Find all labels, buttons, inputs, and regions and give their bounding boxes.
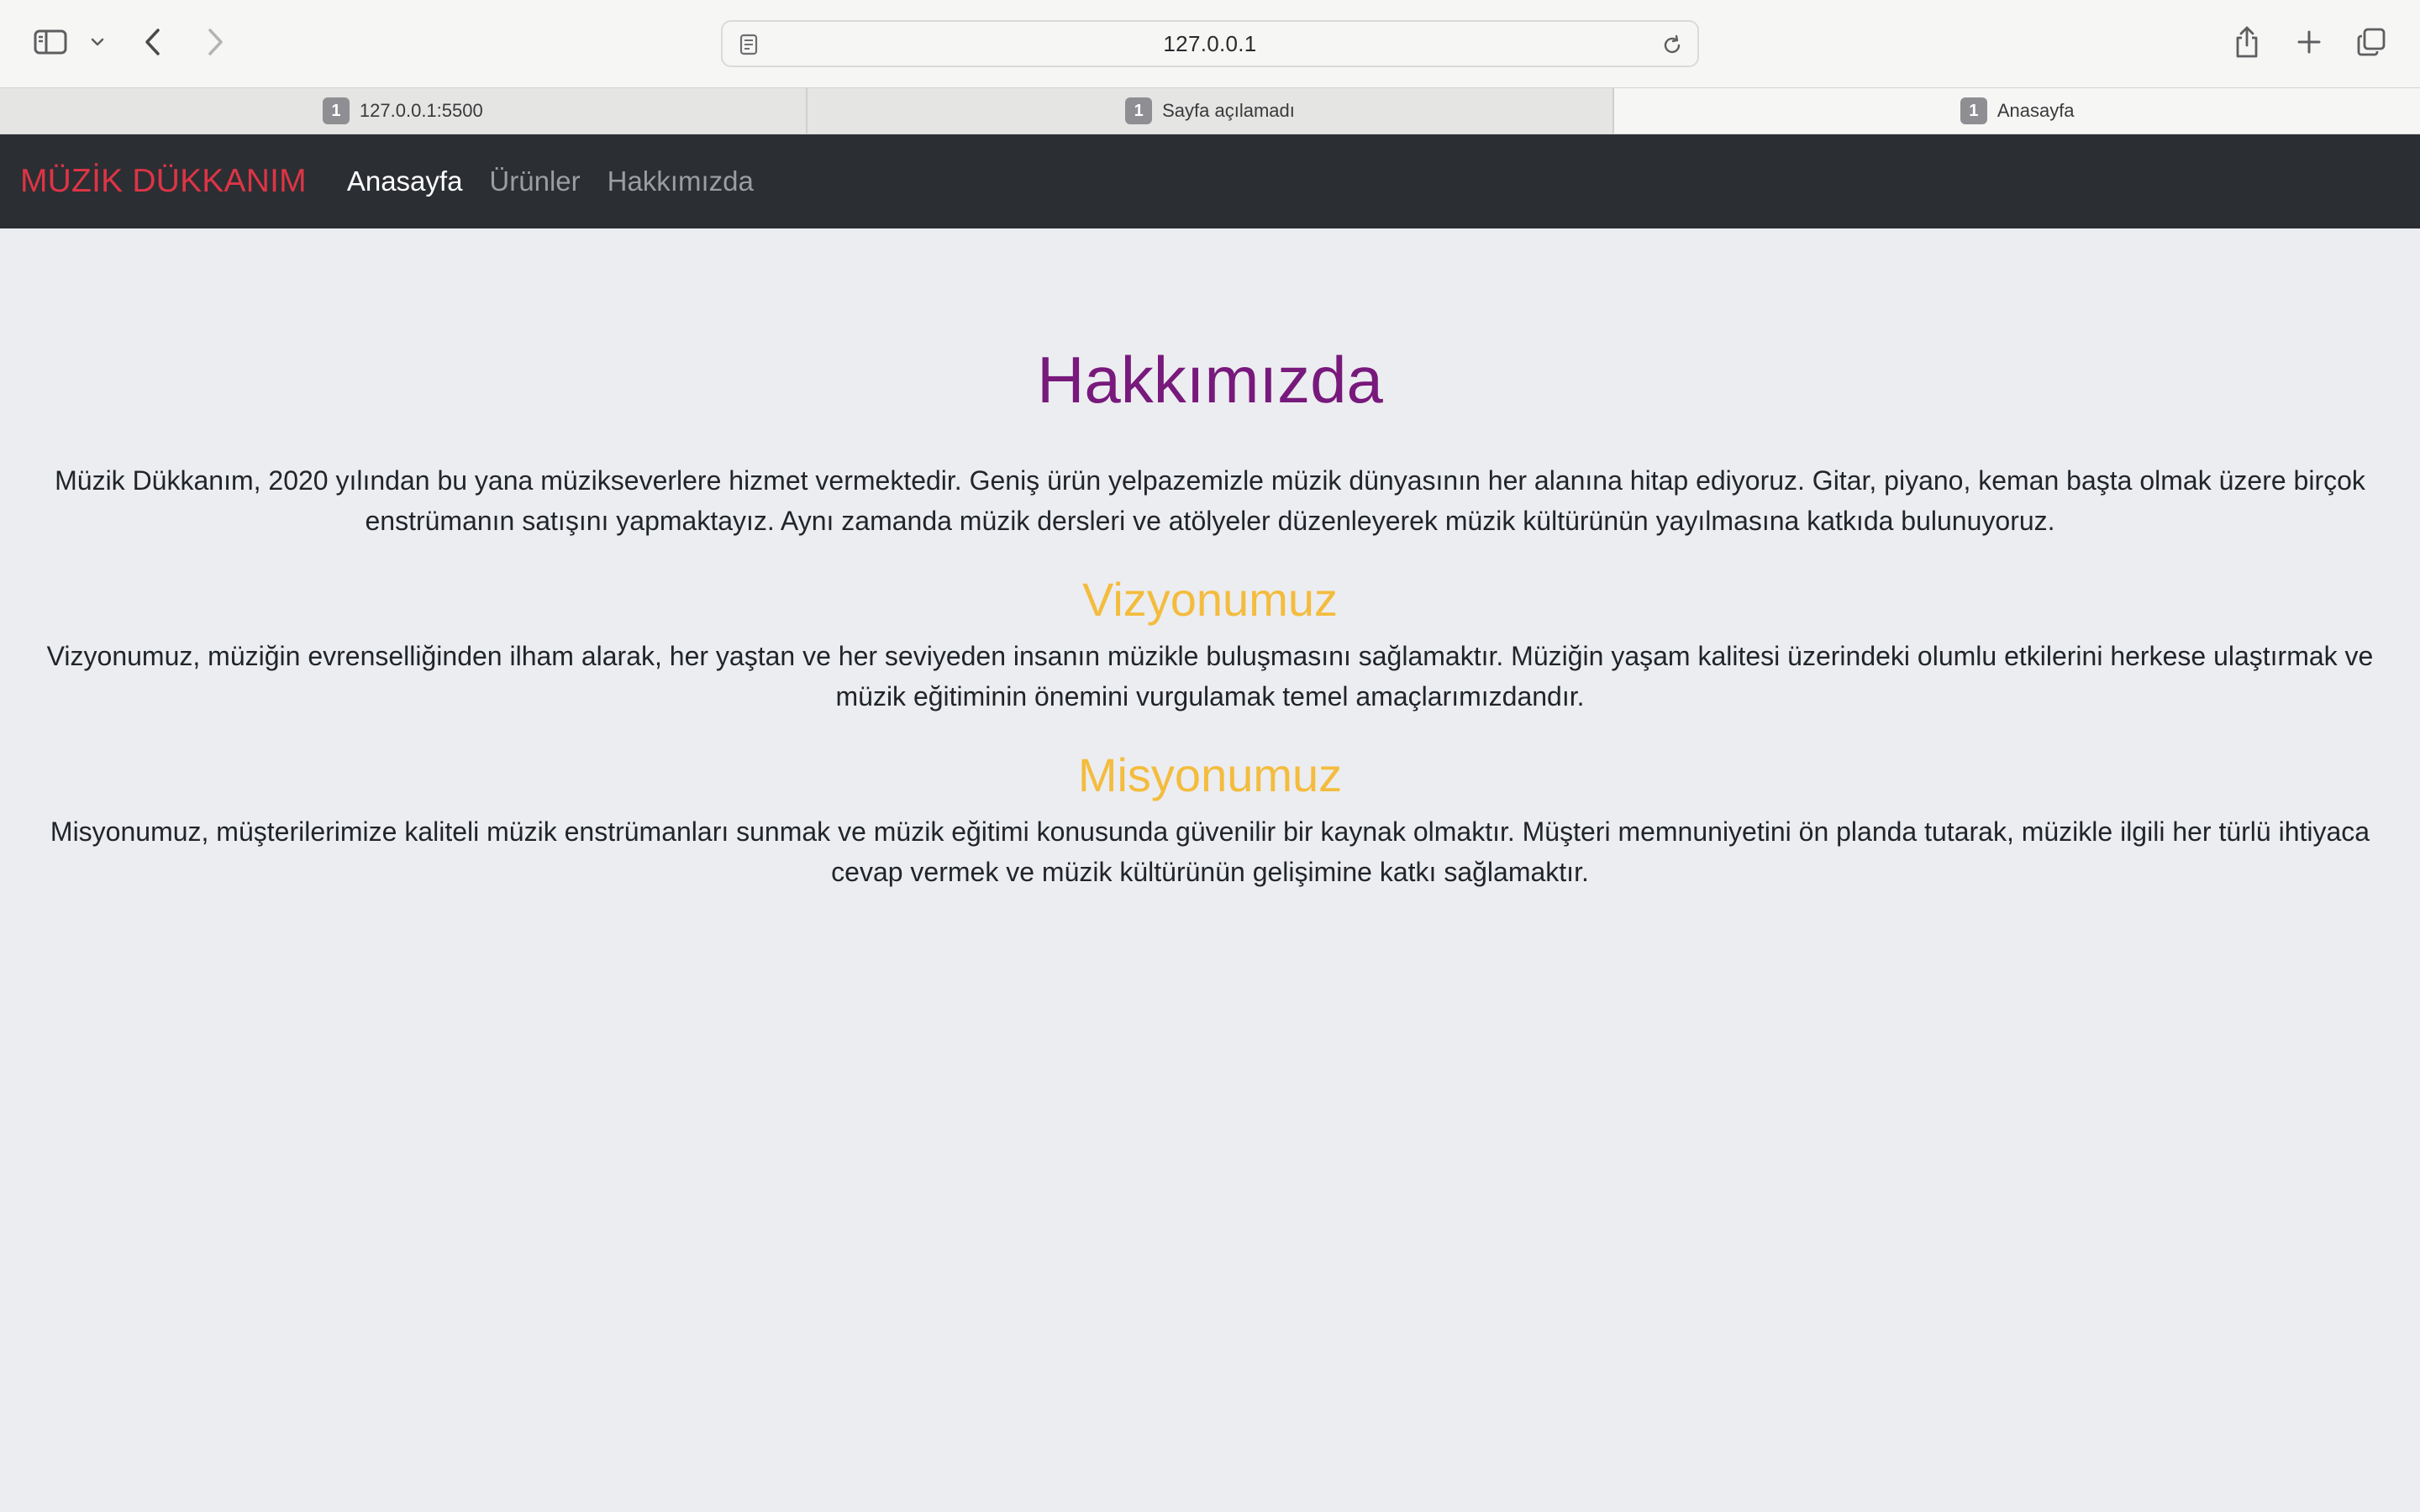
- tab-label: Sayfa açılamadı: [1162, 100, 1295, 121]
- tab-strip: 1 127.0.0.1:5500 1 Sayfa açılamadı 1 Ana…: [0, 87, 2420, 134]
- vision-paragraph: Vizyonumuz, müziğin evrenselliğinden ilh…: [46, 640, 2374, 711]
- chevron-left-icon: [145, 29, 160, 55]
- share-button[interactable]: [2228, 22, 2265, 62]
- tab-badge: 1: [1960, 97, 1987, 124]
- browser-tab[interactable]: 1 Sayfa açılamadı: [808, 88, 1615, 134]
- back-button[interactable]: [136, 24, 170, 60]
- mission-heading: Misyonumuz: [1077, 748, 1343, 801]
- mission-paragraph: Misyonumuz, müşterilerimize kaliteli müz…: [50, 816, 2370, 887]
- chevron-down-icon: [91, 38, 104, 46]
- new-tab-button[interactable]: [2291, 24, 2328, 60]
- page-icon: [736, 32, 761, 57]
- share-icon: [2236, 26, 2258, 58]
- tab-overview-button[interactable]: [2353, 24, 2390, 60]
- plus-icon: [2297, 30, 2321, 54]
- site-navbar: MÜZİK DÜKKANIM Anasayfa Ürünler Hakkımız…: [0, 134, 2420, 228]
- browser-tab-active[interactable]: 1 Anasayfa: [1614, 88, 2420, 134]
- chevron-right-icon: [208, 29, 223, 55]
- tab-badge: 1: [322, 97, 350, 124]
- brand-link[interactable]: MÜZİK DÜKKANIM: [20, 163, 307, 200]
- nav-link-urunler[interactable]: Ürünler: [489, 165, 580, 197]
- sidebar-toggle-button[interactable]: [30, 25, 71, 59]
- sidebar-icon: [34, 29, 67, 55]
- address-bar[interactable]: 127.0.0.1: [721, 20, 1699, 67]
- tabs-overview-icon: [2357, 28, 2386, 56]
- reload-icon[interactable]: [1659, 32, 1686, 59]
- vision-heading: Vizyonumuz: [1081, 572, 1338, 626]
- forward-button[interactable]: [198, 24, 232, 60]
- tab-label: Anasayfa: [1996, 100, 2075, 121]
- tab-badge: 1: [1125, 97, 1153, 124]
- address-text: 127.0.0.1: [1163, 30, 1257, 56]
- browser-tab[interactable]: 1 127.0.0.1:5500: [0, 88, 808, 134]
- browser-toolbar: 127.0.0.1: [0, 0, 2420, 87]
- intro-paragraph: Müzik Dükkanım, 2020 yılından bu yana mü…: [55, 465, 2365, 536]
- main-content: Hakkımızda Müzik Dükkanım, 2020 yılından…: [0, 228, 2420, 892]
- tab-label: 127.0.0.1:5500: [359, 100, 483, 121]
- page-title: Hakkımızda: [1037, 343, 1383, 417]
- nav-link-hakkimizda[interactable]: Hakkımızda: [608, 165, 754, 197]
- sidebar-menu-button[interactable]: [86, 29, 109, 55]
- nav-link-anasayfa[interactable]: Anasayfa: [347, 165, 463, 197]
